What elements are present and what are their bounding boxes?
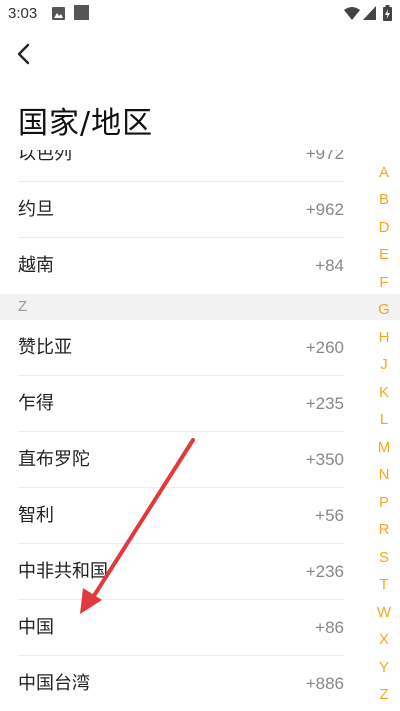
- dial-code: +235: [305, 394, 344, 413]
- dial-code: +84: [315, 256, 344, 275]
- dial-code: +972: [305, 150, 344, 163]
- section-header: Z: [0, 294, 400, 320]
- country-name: 乍得: [18, 393, 54, 414]
- wifi-icon: [344, 7, 360, 20]
- status-bar: 3:03: [0, 0, 400, 28]
- battery-charging-icon: [383, 5, 392, 21]
- country-list[interactable]: 以色列 +972 约旦 +962 越南 +84 Z 赞比亚 +260 乍得 +2…: [0, 150, 400, 711]
- index-letter[interactable]: Z: [370, 686, 398, 703]
- index-letter[interactable]: P: [370, 494, 398, 511]
- list-item[interactable]: 直布罗陀 +350: [18, 432, 344, 488]
- country-name: 约旦: [18, 199, 54, 220]
- index-letter[interactable]: E: [370, 246, 398, 263]
- country-name: 以色列: [18, 150, 72, 164]
- dial-code: +962: [305, 200, 344, 219]
- index-letter[interactable]: F: [370, 274, 398, 291]
- index-letter[interactable]: K: [370, 384, 398, 401]
- index-letter[interactable]: D: [370, 219, 398, 236]
- country-name: 赞比亚: [18, 337, 72, 358]
- list-item-china[interactable]: 中国 +86: [18, 600, 344, 656]
- notification-square-icon: [74, 5, 89, 20]
- chevron-left-icon: [17, 43, 30, 65]
- dial-code: +86: [315, 618, 344, 637]
- list-item[interactable]: 中非共和国 +236: [18, 544, 344, 600]
- index-letter[interactable]: M: [370, 439, 398, 456]
- section-letter: Z: [18, 298, 28, 315]
- index-letter[interactable]: A: [370, 164, 398, 181]
- index-letter[interactable]: S: [370, 549, 398, 566]
- country-name: 中非共和国: [18, 561, 108, 582]
- index-letter[interactable]: R: [370, 521, 398, 538]
- index-letter[interactable]: X: [370, 631, 398, 648]
- status-time: 3:03: [8, 5, 38, 22]
- list-item[interactable]: 以色列 +972: [18, 150, 344, 182]
- signal-icon: [363, 6, 376, 20]
- index-letter[interactable]: W: [370, 604, 398, 621]
- list-item[interactable]: 中国台湾 +886: [18, 656, 344, 711]
- index-letter[interactable]: N: [370, 466, 398, 483]
- index-letter[interactable]: Y: [370, 659, 398, 676]
- index-letter[interactable]: G: [370, 301, 398, 318]
- index-letter[interactable]: J: [370, 356, 398, 373]
- page-title: 国家/地区: [18, 106, 154, 141]
- list-item[interactable]: 约旦 +962: [18, 182, 344, 238]
- dial-code: +56: [315, 506, 344, 525]
- country-name: 智利: [18, 505, 54, 526]
- index-letter[interactable]: B: [370, 191, 398, 208]
- list-item[interactable]: 乍得 +235: [18, 376, 344, 432]
- dial-code: +886: [305, 674, 344, 693]
- country-name: 越南: [18, 255, 54, 276]
- dial-code: +350: [305, 450, 344, 469]
- list-item[interactable]: 越南 +84: [18, 238, 344, 294]
- back-button[interactable]: [12, 40, 38, 68]
- index-letter[interactable]: L: [370, 411, 398, 428]
- country-name: 中国台湾: [18, 673, 90, 694]
- image-notification-icon: [52, 7, 65, 20]
- country-name: 中国: [18, 617, 54, 638]
- list-item[interactable]: 智利 +56: [18, 488, 344, 544]
- index-letter[interactable]: T: [370, 576, 398, 593]
- index-letter[interactable]: H: [370, 329, 398, 346]
- country-name: 直布罗陀: [18, 449, 90, 470]
- dial-code: +236: [305, 562, 344, 581]
- list-item[interactable]: 赞比亚 +260: [18, 320, 344, 376]
- dial-code: +260: [305, 338, 344, 357]
